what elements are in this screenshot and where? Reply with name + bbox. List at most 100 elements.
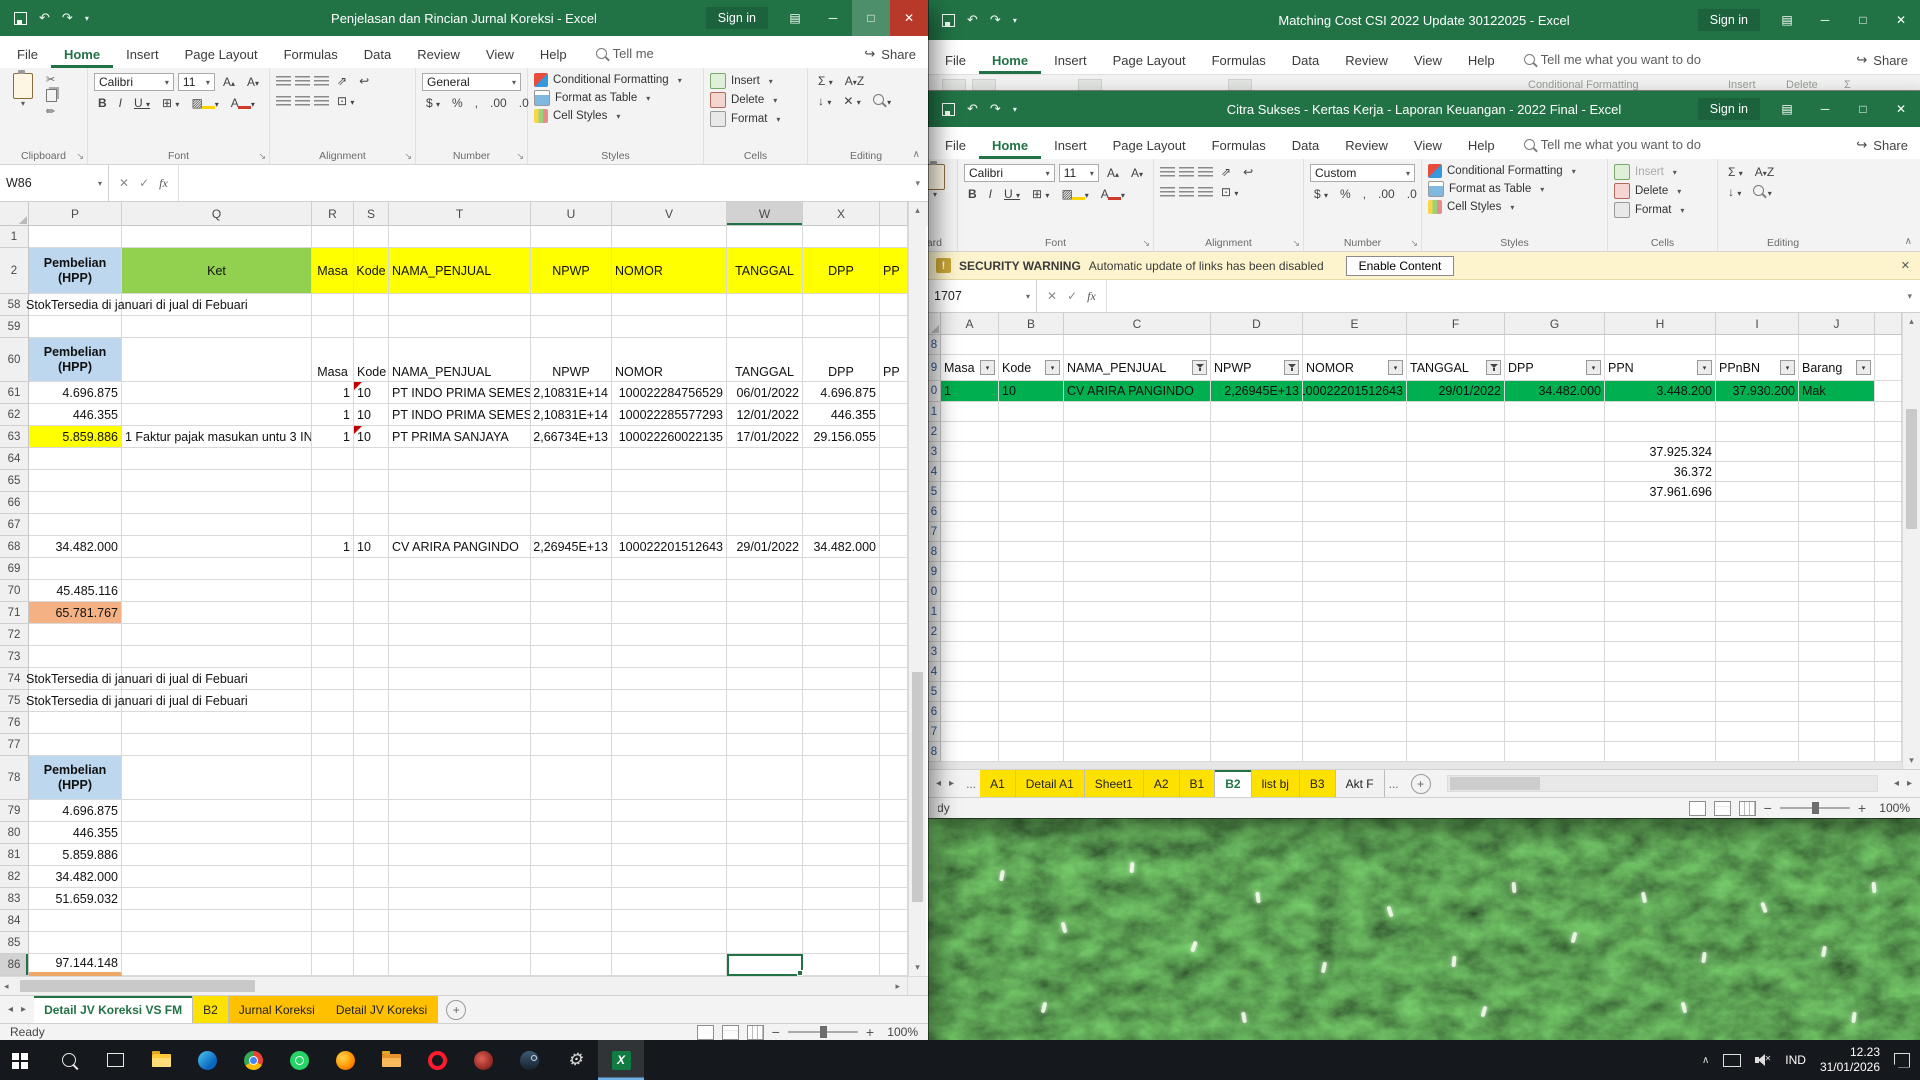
scroll-up-icon[interactable]: ▴ — [1909, 313, 1914, 330]
cell-J[interactable] — [1799, 622, 1875, 642]
cell-J[interactable] — [1799, 502, 1875, 522]
cell-C[interactable] — [1064, 462, 1211, 482]
cell-J[interactable] — [1799, 662, 1875, 682]
row-header-79[interactable]: 79 — [0, 800, 29, 822]
formula-input[interactable] — [1107, 280, 1900, 312]
ribbon-tab-formulas[interactable]: Formulas — [271, 40, 351, 68]
row-header[interactable]: 6 — [928, 502, 941, 522]
cell-D[interactable] — [1211, 622, 1303, 642]
cell-W74[interactable] — [727, 668, 803, 690]
cell-C[interactable] — [1064, 722, 1211, 742]
citra-titlebar[interactable]: ↶ ↷ ▾ Citra Sukses - Kertas Kerja - Lapo… — [928, 91, 1920, 127]
cell-U68[interactable]: 2,26945E+13 — [531, 536, 612, 558]
cell-A[interactable] — [941, 702, 999, 722]
cell-R76[interactable] — [312, 712, 354, 734]
cell-I[interactable] — [1716, 582, 1799, 602]
row-header-67[interactable]: 67 — [0, 514, 29, 536]
cell-S73[interactable] — [354, 646, 389, 668]
cell-T81[interactable] — [389, 844, 531, 866]
formula-input[interactable] — [179, 165, 908, 201]
cell-S81[interactable] — [354, 844, 389, 866]
minimize-button[interactable]: ─ — [1806, 91, 1844, 127]
cell-X68[interactable]: 34.482.000 — [803, 536, 880, 558]
cell-B[interactable] — [999, 422, 1064, 442]
ribbon-tab-insert[interactable]: Insert — [1041, 131, 1100, 159]
cell-W73[interactable] — [727, 646, 803, 668]
cell-A[interactable] — [941, 682, 999, 702]
borders-button[interactable]: ⊞ ▾ — [158, 95, 183, 111]
cell-B[interactable] — [999, 522, 1064, 542]
cell-S68[interactable]: 10 — [354, 536, 389, 558]
ribbon-tab-data[interactable]: Data — [1279, 46, 1332, 74]
taskbar-opera[interactable] — [414, 1040, 460, 1080]
cell-A[interactable] — [941, 562, 999, 582]
sheet-tab-list-bj[interactable]: list bj — [1252, 770, 1300, 797]
cell-T68[interactable]: CV ARIRA PANGINDO — [389, 536, 531, 558]
cell-U62[interactable]: 2,10831E+14 — [531, 404, 612, 426]
collapse-ribbon-icon[interactable]: ∧ — [913, 149, 920, 160]
cell-S80[interactable] — [354, 822, 389, 844]
cell-F[interactable] — [1407, 422, 1505, 442]
column-header-G[interactable]: G — [1505, 313, 1605, 335]
align-right-icon[interactable] — [1198, 187, 1213, 198]
merge-center-icon[interactable]: ⊡ ▾ — [333, 93, 358, 109]
cell-I[interactable] — [1716, 462, 1799, 482]
column-header-J[interactable]: J — [1799, 313, 1875, 335]
cell-W63[interactable]: 17/01/2022 — [727, 426, 803, 448]
cell-Y71[interactable] — [880, 602, 908, 624]
expand-formula-bar-icon[interactable]: ▾ — [907, 165, 928, 201]
cell-S82[interactable] — [354, 866, 389, 888]
vertical-scroll-thumb[interactable] — [912, 672, 923, 902]
cell-K[interactable] — [1875, 742, 1902, 762]
cell-K[interactable] — [1875, 522, 1902, 542]
orientation-icon[interactable]: ⇗ — [333, 73, 351, 89]
filter-dropdown-icon[interactable]: ▾ — [1780, 360, 1795, 375]
delete-cells-button[interactable]: Delete▾ — [1614, 183, 1711, 199]
cell-empty[interactable] — [1505, 335, 1605, 355]
cell-A[interactable] — [941, 542, 999, 562]
cell-T2[interactable]: NAMA_PENJUAL — [389, 248, 531, 294]
cell-P78[interactable]: Pembelian (HPP) — [29, 756, 122, 800]
cell-X81[interactable] — [803, 844, 880, 866]
row-header[interactable]: 1 — [928, 602, 941, 622]
filter-dropdown-icon[interactable]: ▾ — [1856, 360, 1871, 375]
cell-P66[interactable] — [29, 492, 122, 514]
row-header-70[interactable]: 70 — [0, 580, 29, 602]
row-header-74[interactable]: 74 — [0, 668, 29, 690]
cell-P70[interactable]: 45.485.116 — [29, 580, 122, 602]
cell-W85[interactable] — [727, 932, 803, 954]
cell-E[interactable] — [1303, 422, 1407, 442]
cell-G[interactable] — [1505, 622, 1605, 642]
cell-V71[interactable] — [612, 602, 727, 624]
cell-I[interactable] — [1716, 602, 1799, 622]
cell-I[interactable] — [1716, 482, 1799, 502]
cell-empty[interactable] — [1211, 335, 1303, 355]
field-header-npwp[interactable]: NPWP — [1211, 355, 1303, 381]
align-center-icon[interactable] — [295, 96, 310, 107]
cell-V66[interactable] — [612, 492, 727, 514]
undo-icon[interactable]: ↶ — [39, 10, 50, 26]
cell-H[interactable] — [1605, 582, 1716, 602]
column-header-A[interactable]: A — [941, 313, 999, 335]
cell-V68[interactable]: 100022201512643 — [612, 536, 727, 558]
zoom-out-button[interactable]: − — [1764, 800, 1772, 816]
cell-Y1[interactable] — [880, 226, 908, 248]
cell-X67[interactable] — [803, 514, 880, 536]
cell-U58[interactable] — [531, 294, 612, 316]
ribbon-tab-formulas[interactable]: Formulas — [1199, 46, 1279, 74]
cell-D[interactable] — [1211, 502, 1303, 522]
cell-styles-button[interactable]: Cell Styles▾ — [534, 109, 697, 123]
taskbar-steam[interactable] — [506, 1040, 552, 1080]
cell-empty[interactable] — [1716, 335, 1799, 355]
enable-content-button[interactable]: Enable Content — [1346, 256, 1455, 276]
green-cell-F[interactable]: 29/01/2022 — [1407, 381, 1505, 402]
cell-R79[interactable] — [312, 800, 354, 822]
enter-button[interactable]: ✓ — [1067, 289, 1077, 303]
cell-I[interactable] — [1716, 402, 1799, 422]
green-cell-J[interactable]: Mak — [1799, 381, 1875, 402]
cell-P62[interactable]: 446.355 — [29, 404, 122, 426]
cell-K[interactable] — [1875, 642, 1902, 662]
cell-S64[interactable] — [354, 448, 389, 470]
cell-U72[interactable] — [531, 624, 612, 646]
cell-H[interactable] — [1605, 702, 1716, 722]
